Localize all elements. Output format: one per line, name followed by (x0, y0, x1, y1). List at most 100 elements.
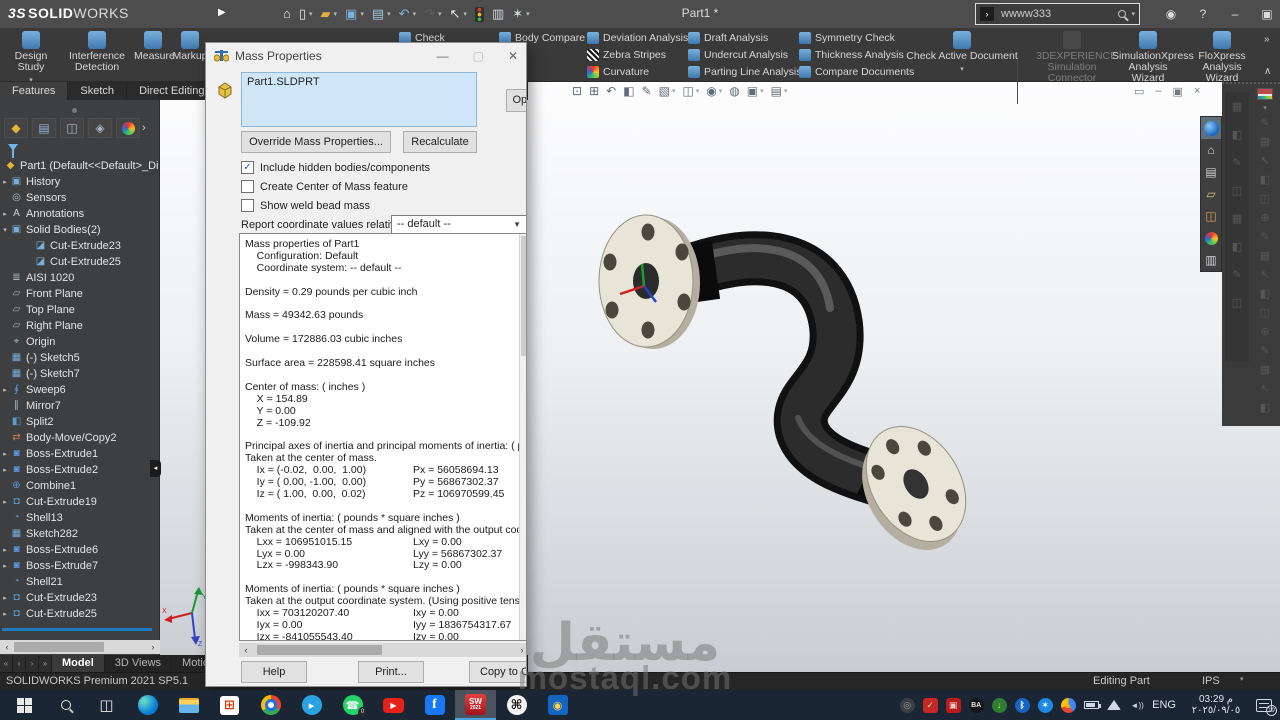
tree-item-right-plane[interactable]: ▱Right Plane (0, 318, 158, 334)
expand-right-icon[interactable]: ▸ (0, 498, 10, 506)
tree-item-boss-extrude7[interactable]: ▸◙Boss-Extrude7 (0, 558, 158, 574)
zoom-to-area-icon[interactable]: ⊞ (589, 84, 599, 98)
tree-item-split2[interactable]: ◧Split2 (0, 414, 158, 430)
ms-store-icon[interactable]: ⊞ (209, 690, 250, 720)
ribbon-tool-markup[interactable]: Markup (172, 28, 208, 62)
tree-item-mirror7[interactable]: ∥Mirror7 (0, 398, 158, 414)
selected-items-box[interactable]: Part1.SLDPRT (241, 72, 477, 127)
save-icon[interactable]: ▣▾ (342, 3, 367, 25)
appearances-tab[interactable] (1201, 227, 1221, 249)
expand-right-icon[interactable]: ▸ (0, 610, 10, 618)
copy-to-clipboard-button[interactable]: Copy to Clipboard (469, 661, 527, 683)
view-tab-model[interactable]: Model (52, 655, 105, 672)
scroll-right-icon[interactable]: › (515, 643, 527, 657)
zoom-to-fit-icon[interactable]: ⊡ (572, 84, 582, 98)
3dexperience-tab[interactable] (1201, 117, 1221, 139)
panel-grip[interactable] (72, 108, 77, 113)
tree-item-sketch7[interactable]: ▦(-) Sketch7 (0, 366, 158, 382)
solidworks-icon[interactable]: SW2021 (455, 690, 496, 720)
tree-item-solid-bodies-2[interactable]: ▾▣Solid Bodies(2) (0, 222, 158, 238)
file-properties-icon[interactable]: ▥ (489, 3, 507, 25)
tree-item-cut-extrude25[interactable]: ◪Cut-Extrude25 (0, 254, 158, 270)
language-indicator[interactable]: ENG (1152, 699, 1176, 711)
tab-nav-icon[interactable]: » (39, 655, 52, 672)
tree-item-sketch5[interactable]: ▦(-) Sketch5 (0, 350, 158, 366)
tab-nav-icon[interactable]: › (26, 655, 39, 672)
search-button[interactable] (45, 690, 86, 720)
volume-icon[interactable]: ◄)) (1129, 697, 1145, 713)
panel-splitter-handle[interactable]: ◂ (150, 460, 161, 477)
tree-item-cut-extrude19[interactable]: ▸◘Cut-Extrude19 (0, 494, 158, 510)
search-input[interactable] (999, 7, 1113, 21)
doc-restore-icon[interactable]: ▣ (1173, 85, 1183, 98)
battery-icon[interactable] (1083, 697, 1099, 713)
tab-direct-editing[interactable]: Direct Editing (127, 82, 217, 100)
ribbon-tool-interference-detection[interactable]: Interference Detection (60, 28, 134, 73)
whatsapp-icon[interactable]: ☎0 (332, 690, 373, 720)
doc-minimize-icon[interactable]: – (1155, 85, 1161, 98)
scroll-right-icon[interactable]: › (146, 640, 160, 654)
scrollbar-thumb[interactable] (14, 642, 104, 652)
tree-item-part1-default-default-disp[interactable]: ◆Part1 (Default<<Default>_Disp (0, 158, 158, 174)
search-box[interactable]: › ▾ (975, 3, 1140, 25)
tab-nav-icon[interactable]: « (0, 655, 13, 672)
appearance-tool-icon[interactable] (1257, 88, 1273, 100)
telegram-icon[interactable]: ▸ (291, 690, 332, 720)
tree-item-sketch282[interactable]: ▦Sketch282 (0, 526, 158, 542)
antivirus-check-icon[interactable]: ✓ (922, 697, 938, 713)
security-app-icon[interactable]: ◉ (537, 690, 578, 720)
ribbon-overflow-icon[interactable]: » (1264, 34, 1270, 45)
part-3d-model[interactable] (540, 190, 1020, 570)
ribbon-tool-measure[interactable]: Measure (134, 28, 172, 62)
tree-item-origin[interactable]: ⌖Origin (0, 334, 158, 350)
scrollbar-thumb[interactable] (257, 645, 382, 655)
file-explorer-icon[interactable] (168, 690, 209, 720)
minimize-window-icon[interactable]: – (1226, 7, 1244, 21)
ribbon-tool-deviation-analysis[interactable]: Deviation Analysis (587, 32, 688, 44)
tree-item-boss-extrude6[interactable]: ▸◙Boss-Extrude6 (0, 542, 158, 558)
ribbon-tool-floxpress[interactable]: FloXpressAnalysis Wizard (1186, 28, 1258, 84)
ribbon-tool-symmetry-check[interactable]: Symmetry Check (799, 32, 895, 44)
dropdown-caret-icon[interactable]: ▾ (1263, 104, 1267, 112)
ribbon-tool-design-study[interactable]: Design Study▾ (2, 28, 60, 86)
undo-icon[interactable]: ↶▾ (396, 3, 419, 25)
menu-expand-icon[interactable]: ▶ (218, 7, 226, 18)
chrome-icon[interactable] (250, 690, 291, 720)
units-selector[interactable]: IPS (1202, 675, 1220, 687)
help-button[interactable]: Help (241, 661, 307, 683)
tree-item-top-plane[interactable]: ▱Top Plane (0, 302, 158, 318)
3d-drawing-view-icon[interactable]: ✎ (642, 84, 652, 98)
checkbox-create-center-of-mass-feature[interactable]: Create Center of Mass feature (241, 180, 408, 193)
tree-item-aisi-1020[interactable]: ≣AISI 1020 (0, 270, 158, 286)
tree-item-sensors[interactable]: ◎Sensors (0, 190, 158, 206)
options-icon[interactable]: ✶▾ (509, 3, 532, 25)
open-icon[interactable]: ▰▾ (318, 3, 341, 25)
start-button[interactable] (4, 690, 45, 720)
expand-right-icon[interactable]: ▸ (0, 178, 10, 186)
checkbox-box[interactable]: ✓ (241, 161, 254, 174)
tree-filter-icon[interactable] (8, 144, 18, 151)
search-icon[interactable] (1118, 10, 1126, 18)
tree-item-combine1[interactable]: ⊕Combine1 (0, 478, 158, 494)
bluetooth-icon[interactable]: ᛒ (1014, 697, 1030, 713)
checkbox-include-hidden-bodies-components[interactable]: ✓Include hidden bodies/components (241, 161, 430, 174)
rollback-bar[interactable] (2, 628, 152, 631)
view-orientation-icon[interactable]: ▧▾ (659, 84, 676, 98)
home-tab[interactable]: ⌂ (1201, 139, 1221, 161)
configurationmanager-tab[interactable]: ◫ (60, 118, 84, 138)
task-view-button[interactable]: ◫ (86, 690, 127, 720)
dropdown-caret-icon[interactable]: ▾ (897, 64, 1027, 75)
tree-item-cut-extrude23[interactable]: ◪Cut-Extrude23 (0, 238, 158, 254)
tab-features[interactable]: Features (0, 82, 68, 100)
propertymanager-tab[interactable]: ▤ (32, 118, 56, 138)
edit-appearance-icon[interactable]: ◍ (729, 84, 739, 98)
scroll-left-icon[interactable]: ‹ (0, 640, 14, 654)
tree-item-cut-extrude25[interactable]: ▸◘Cut-Extrude25 (0, 606, 158, 622)
chatgpt-icon[interactable]: ⌘ (496, 690, 537, 720)
rebuild-icon[interactable] (472, 3, 487, 25)
ribbon-tool-thickness-analysis[interactable]: Thickness Analysis (799, 49, 904, 61)
disk-usage-icon[interactable]: ▲ (1060, 697, 1076, 713)
hide-show-items-icon[interactable]: ◉▾ (706, 84, 722, 98)
view-palette-tab[interactable]: ◫ (1201, 205, 1221, 227)
notification-center-icon[interactable]: 19 (1256, 699, 1272, 712)
